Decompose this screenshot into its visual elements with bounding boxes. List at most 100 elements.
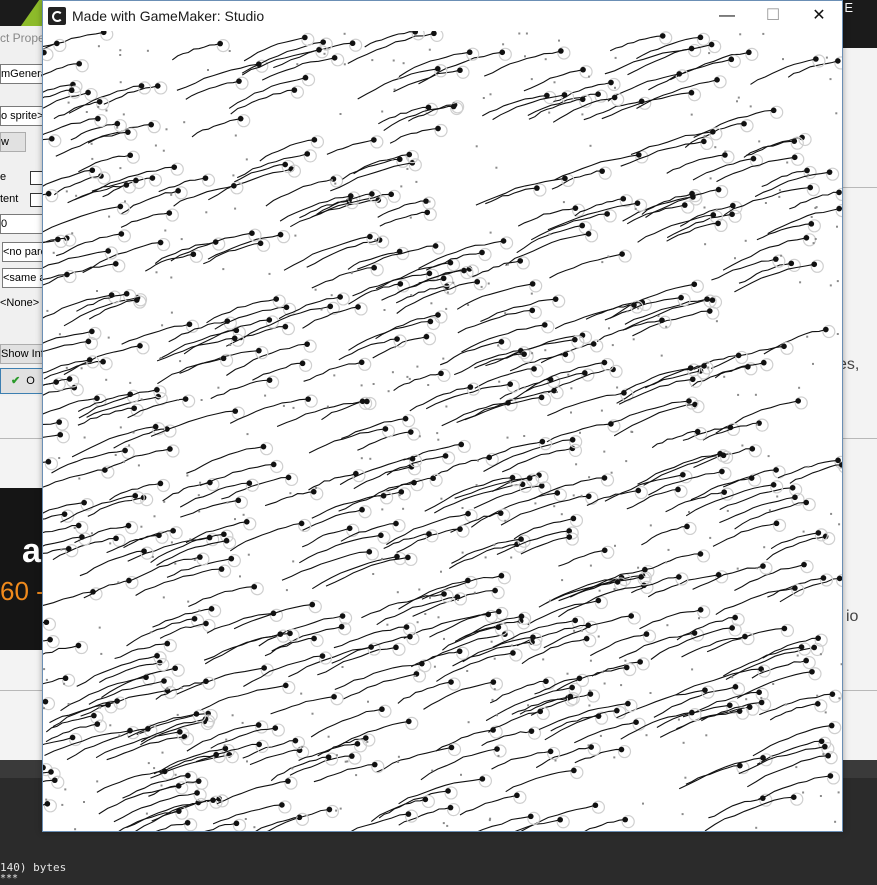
debris-particle [381,110,384,113]
debris-particle [763,546,766,549]
debris-particle [690,113,693,116]
comet-sprite [99,658,170,683]
debris-particle [703,206,706,209]
debris-particle [762,670,765,672]
debris-particle [234,207,237,210]
debris-particle [758,140,761,143]
debris-particle [549,599,551,602]
debris-particle [393,88,396,91]
depth-field[interactable]: 0 [0,214,46,234]
close-button[interactable]: ✕ [796,1,842,31]
debris-particle [442,822,445,825]
comet-sprite [114,639,177,660]
comet-sprite [126,552,210,583]
window-titlebar[interactable]: Made with GameMaker: Studio — ☐ ✕ [43,1,842,31]
debris-particle [677,718,680,721]
debris-particle [649,692,652,694]
debris-particle [812,242,815,245]
comet-sprite [98,781,189,815]
comet-sprite [78,385,167,419]
debris-particle [335,754,338,757]
banner-letter: a [22,532,41,570]
debris-particle [762,32,765,35]
debris-particle [645,734,648,737]
debris-particle [816,694,819,697]
comet-sprite [357,241,446,270]
debris-particle [295,816,298,819]
debris-particle [473,591,476,594]
debris-particle [497,754,500,757]
debris-particle [163,500,166,503]
comet-sprite [714,358,774,379]
comet-sprite [212,800,292,825]
debris-particle [46,309,49,312]
debris-particle [63,682,66,685]
comet-sprite [357,427,421,451]
debris-particle [229,344,232,346]
debris-particle [587,744,590,747]
debris-particle [285,589,288,592]
game-canvas[interactable] [43,31,842,831]
comet-sprite [302,302,368,329]
debris-particle [527,704,530,707]
debris-particle [589,564,592,567]
debris-particle [667,548,670,551]
comet-sprite [206,608,284,634]
comet-sprite [43,377,66,391]
debris-particle [381,557,384,560]
comet-sprite [126,614,205,647]
debris-particle [150,631,153,634]
debris-particle [778,189,781,192]
physics-value: <None> [0,297,40,309]
maximize-button[interactable]: ☐ [750,1,796,31]
debris-particle [588,476,591,479]
debris-particle [124,200,126,203]
debris-particle [334,182,337,185]
debris-particle [475,145,478,148]
debris-particle [320,308,323,311]
comet-sprite [553,77,621,103]
debris-particle [83,801,85,803]
debris-particle [64,788,67,791]
debris-particle [840,663,842,666]
comet-sprite [505,765,584,793]
debris-particle [183,121,186,124]
debris-particle [428,200,431,203]
comet-sprite [120,208,179,228]
debris-particle [475,484,478,487]
debris-particle [393,346,396,349]
debris-particle [96,290,98,292]
comet-sprite [651,427,708,449]
debris-particle [430,302,433,305]
debris-particle [331,179,333,182]
comet-sprite [535,742,601,769]
debris-particle [109,724,112,727]
debris-particle [223,744,226,747]
show-information-button[interactable]: Show Inf [0,344,46,364]
comet-sprite [690,473,762,501]
comet-sprite [378,102,439,125]
debris-particle [698,617,700,620]
sprite-select[interactable]: o sprite> [0,106,46,126]
comet-sprite [43,635,60,649]
comet-sprite [500,491,599,526]
minimize-button[interactable]: — [704,1,750,31]
debris-particle [99,706,101,709]
ok-button[interactable]: ✔ O [0,368,46,394]
debris-particle [234,134,237,137]
comet-sprite [364,31,425,48]
comet-sprite [230,85,304,115]
debris-particle [778,195,781,198]
debris-particle [836,225,838,228]
new-sprite-button[interactable]: w [0,132,26,152]
comet-sprite [627,39,722,76]
debris-particle [544,58,547,61]
debris-particle [814,238,817,240]
debris-particle [642,802,644,805]
parent-select[interactable]: <no pare [2,242,46,262]
comet-sprite [389,123,448,144]
comet-sprite [188,582,264,608]
object-name-field[interactable]: mGenerat [0,64,46,84]
mask-select[interactable]: <same a [2,268,46,288]
debris-particle [198,510,201,513]
